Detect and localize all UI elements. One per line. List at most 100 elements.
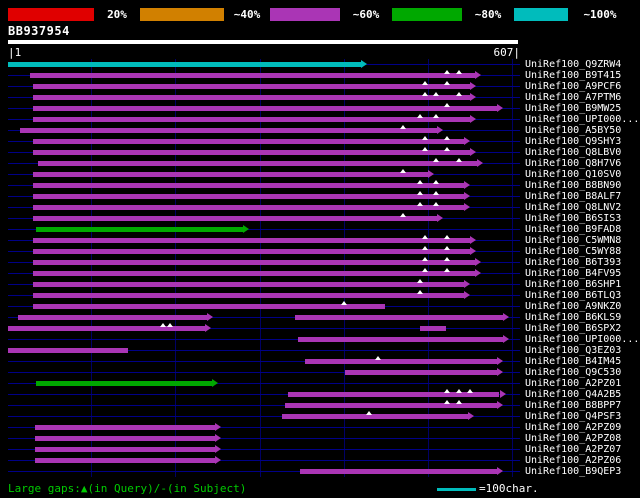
hit-bar[interactable] (295, 315, 503, 320)
hit-bar[interactable] (33, 249, 470, 254)
hit-label[interactable]: UniRef100_B9FAD8 (525, 224, 621, 235)
hit-bar[interactable] (305, 359, 497, 364)
hit-bar[interactable] (34, 458, 215, 463)
hit-label[interactable]: UniRef100_Q8H7V6 (525, 158, 621, 169)
hit-label[interactable]: UniRef100_A9NKZ0 (525, 301, 621, 312)
hit-bar[interactable] (33, 194, 465, 199)
hit-bar[interactable] (33, 271, 475, 276)
hit-label[interactable]: UniRef100_B4IM45 (525, 356, 621, 367)
hit-bar[interactable] (282, 414, 469, 419)
alignment-row (8, 268, 522, 279)
query-gap-marker-icon (159, 323, 166, 327)
hit-bar[interactable] (38, 161, 477, 166)
hit-bar[interactable] (34, 447, 215, 452)
hit-bar[interactable] (33, 139, 465, 144)
hit-label[interactable]: UniRef100_Q9ZRW4 (525, 59, 621, 70)
hit-bar[interactable] (29, 73, 476, 78)
hit-label[interactable]: UniRef100_B4FV95 (525, 268, 621, 279)
hit-bar[interactable] (33, 117, 470, 122)
query-gap-marker-icon (433, 191, 440, 195)
hit-bar[interactable] (35, 381, 212, 386)
hit-bar[interactable] (33, 172, 428, 177)
hit-label[interactable]: UniRef100_A7PTM6 (525, 92, 621, 103)
alignment-row (8, 422, 522, 433)
hit-label[interactable]: UniRef100_A2PZ08 (525, 433, 621, 444)
hit-label[interactable]: UniRef100_B6SPX2 (525, 323, 621, 334)
hit-label[interactable]: UniRef100_UPI000... (525, 334, 639, 345)
query-gap-marker-icon (444, 70, 451, 74)
alignment-row (8, 334, 522, 345)
hit-bar[interactable] (419, 326, 447, 331)
scale-sample-line-icon (437, 488, 476, 491)
hit-label[interactable]: UniRef100_B9QEP3 (525, 466, 621, 477)
hit-bar[interactable] (33, 205, 465, 210)
hit-bar[interactable] (33, 150, 470, 155)
axis-end-label: 607| (493, 46, 521, 59)
hit-label[interactable]: UniRef100_Q4PSF3 (525, 411, 621, 422)
hit-label[interactable]: UniRef100_B9T415 (525, 70, 621, 81)
hit-label[interactable]: UniRef100_A9PCF6 (525, 81, 621, 92)
query-gap-marker-icon (456, 92, 463, 96)
hit-bar[interactable] (33, 304, 385, 309)
hit-label[interactable]: UniRef100_Q8LBV0 (525, 147, 621, 158)
hit-bar[interactable] (34, 436, 215, 441)
alignment-row (8, 301, 522, 312)
hit-bar[interactable] (344, 370, 497, 375)
hit-label[interactable]: UniRef100_A2PZ06 (525, 455, 621, 466)
hit-label[interactable]: UniRef100_B8ALF7 (525, 191, 621, 202)
hit-bar[interactable] (33, 95, 470, 100)
alignment-row (8, 136, 522, 147)
hit-label[interactable]: UniRef100_UPI000... (525, 114, 639, 125)
hit-label[interactable]: UniRef100_B6TLQ3 (525, 290, 621, 301)
hit-bar[interactable] (19, 128, 438, 133)
hit-label[interactable]: UniRef100_Q8LNV2 (525, 202, 621, 213)
hit-bar-arrowhead-icon (470, 93, 476, 101)
hit-bar-arrowhead-icon (502, 335, 509, 343)
hit-bar[interactable] (8, 326, 205, 331)
hit-label[interactable]: UniRef100_B8BPP7 (525, 400, 621, 411)
query-gap-marker-icon (340, 301, 347, 305)
hit-label[interactable]: UniRef100_B6T393 (525, 257, 621, 268)
hit-label[interactable]: UniRef100_B8BN90 (525, 180, 621, 191)
hit-bar[interactable] (8, 62, 361, 67)
hit-bar-arrowhead-icon (360, 60, 367, 68)
hit-label[interactable]: UniRef100_Q9SHY3 (525, 136, 621, 147)
hit-bar[interactable] (33, 216, 438, 221)
hit-bar[interactable] (18, 315, 207, 320)
hit-label[interactable]: UniRef100_B9MW25 (525, 103, 621, 114)
query-gap-marker-icon (444, 268, 451, 272)
query-gap-marker-icon (167, 323, 174, 327)
hit-label[interactable]: UniRef100_Q10SV0 (525, 169, 621, 180)
hit-label[interactable]: UniRef100_A2PZ07 (525, 444, 621, 455)
hit-label[interactable]: UniRef100_Q9C530 (525, 367, 621, 378)
hit-label[interactable]: UniRef100_B6SIS3 (525, 213, 621, 224)
hit-label[interactable]: UniRef100_Q4A2B5 (525, 389, 621, 400)
hit-label[interactable]: UniRef100_C5WY88 (525, 246, 621, 257)
hit-bar[interactable] (33, 293, 465, 298)
hit-label[interactable]: UniRef100_B6SHP1 (525, 279, 621, 290)
axis-row: |1 607| (8, 46, 521, 59)
hit-label[interactable]: UniRef100_C5WMN8 (525, 235, 621, 246)
hit-bar[interactable] (33, 282, 465, 287)
hit-bar[interactable] (33, 238, 470, 243)
alignment-row (8, 202, 522, 213)
hit-label[interactable]: UniRef100_Q3EZ03 (525, 345, 621, 356)
query-gap-marker-icon (422, 268, 429, 272)
hit-label[interactable]: UniRef100_A5BY50 (525, 125, 621, 136)
hit-bar-arrowhead-icon (475, 258, 482, 266)
hit-bar[interactable] (284, 403, 497, 408)
hit-bar[interactable] (33, 183, 465, 188)
hit-bar[interactable] (35, 227, 243, 232)
alignment-row (8, 70, 522, 81)
hit-label[interactable]: UniRef100_A2PZ09 (525, 422, 621, 433)
hit-label[interactable]: UniRef100_B6KLS9 (525, 312, 621, 323)
hit-bar[interactable] (297, 337, 503, 342)
hit-label[interactable]: UniRef100_A2PZ01 (525, 378, 621, 389)
hit-bar[interactable] (33, 84, 470, 89)
hit-bar[interactable] (300, 469, 497, 474)
query-gap-marker-icon (444, 136, 451, 140)
hit-bar[interactable] (34, 425, 215, 430)
hit-bar[interactable] (33, 260, 475, 265)
hit-bar[interactable] (8, 348, 128, 353)
hit-bar[interactable] (33, 106, 497, 111)
